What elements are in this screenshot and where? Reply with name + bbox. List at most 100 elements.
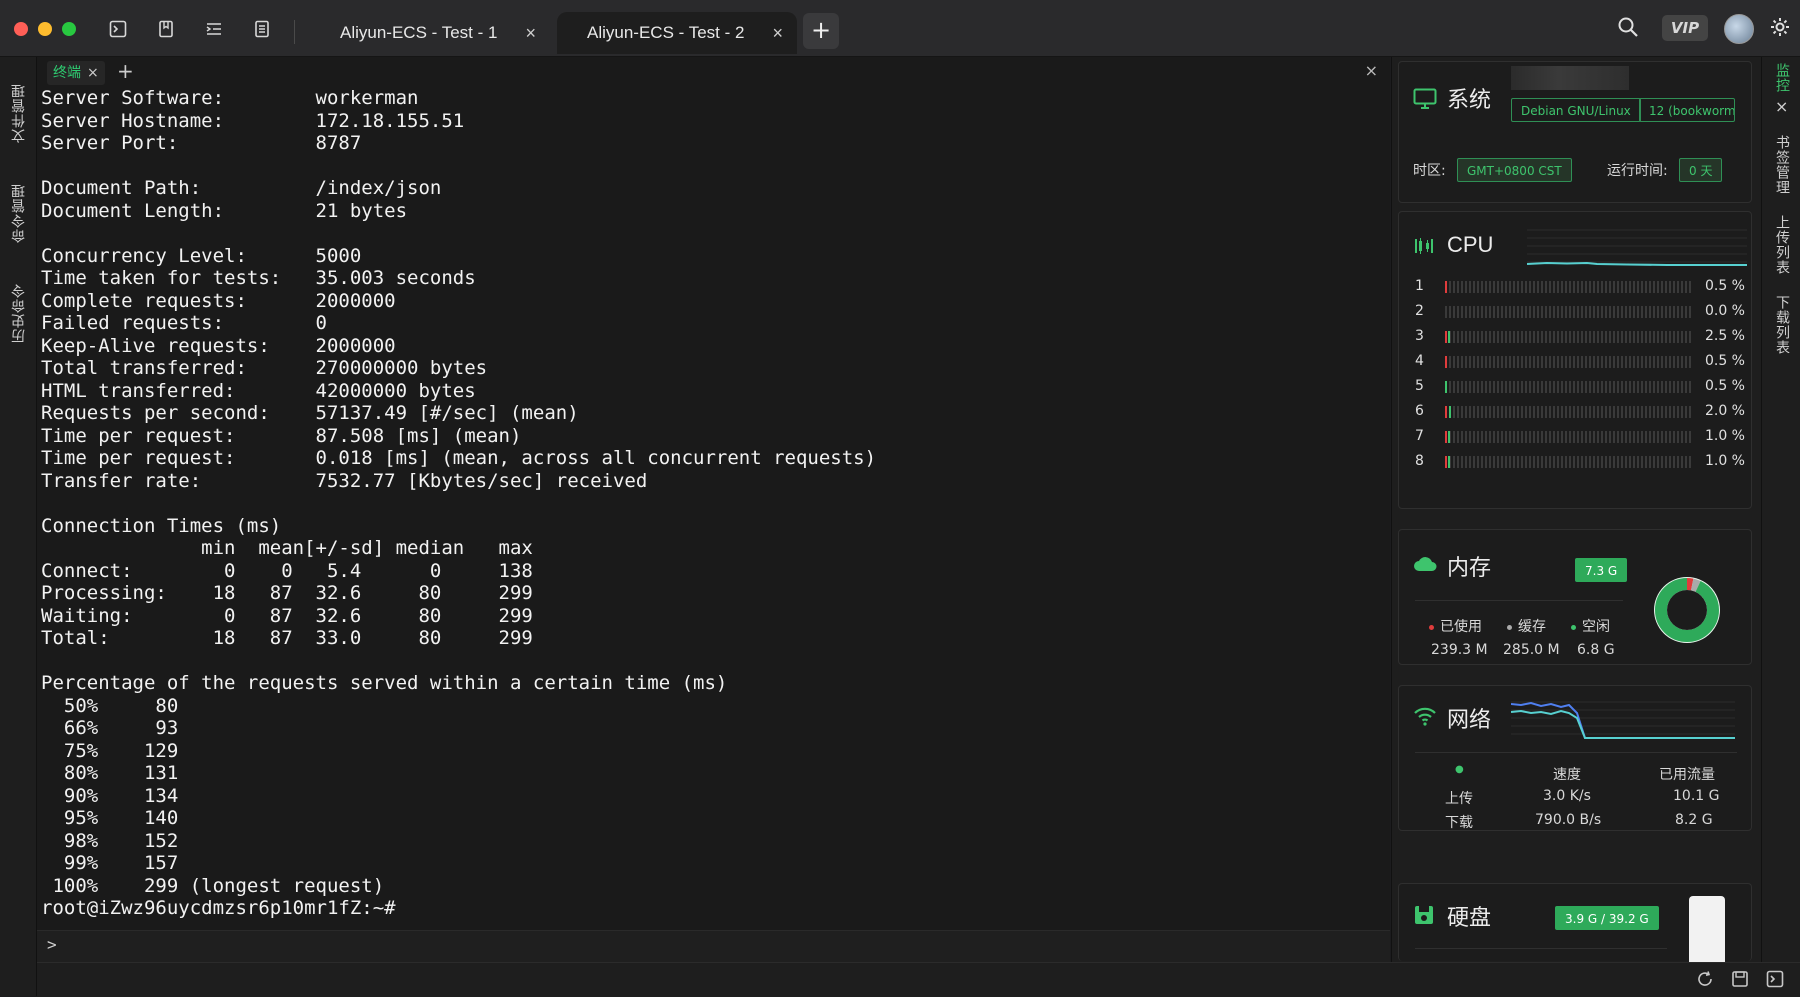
uptime-label: 运行时间: [1607, 163, 1668, 179]
sidebar-item-downloads[interactable]: 下载列表 [1772, 295, 1792, 355]
notes-icon[interactable] [252, 20, 272, 40]
disk-divider [1415, 948, 1667, 949]
avatar[interactable] [1724, 14, 1754, 44]
cpu-core-fill-green [1448, 431, 1451, 443]
command-input-bar[interactable]: > [37, 930, 1390, 963]
monitor-icon [1413, 88, 1437, 115]
memory-total-tag: 7.3 G [1575, 558, 1628, 582]
cpu-core-id: 1 [1415, 278, 1424, 294]
cpu-core-bar [1445, 306, 1691, 318]
traffic-header: 已用流量 [1659, 767, 1715, 783]
memory-donut-chart [1654, 577, 1720, 643]
cpu-core-bar [1445, 331, 1691, 343]
network-status-dot: ● [1455, 764, 1464, 775]
network-sparkline [1511, 701, 1735, 739]
title-bar: Aliyun-ECS - Test - 1 × Aliyun-ECS - Tes… [0, 0, 1800, 57]
sidebar-item-bookmarks[interactable]: 书签管理 [1772, 135, 1792, 195]
network-divider [1415, 752, 1737, 753]
cpu-core-row: 4 0.5 % [1415, 353, 1745, 371]
upload-speed: 3.0 K/s [1543, 788, 1591, 804]
tab-label: Aliyun-ECS - Test - 2 [587, 23, 745, 42]
new-tab-button[interactable]: + [803, 13, 839, 49]
free-dot [1571, 624, 1576, 630]
cpu-core-row: 6 2.0 % [1415, 403, 1745, 421]
sidebar-item-history[interactable]: 历史命令 [9, 283, 29, 343]
tab-session-1[interactable]: Aliyun-ECS - Test - 1 × [310, 12, 550, 54]
sidebar-item-file-manager[interactable]: 文件管理 [9, 83, 29, 143]
cpu-core-row: 5 0.5 % [1415, 378, 1745, 396]
monitor-panel: 系统 Debian GNU/Linux 12 (bookworm) 时区: GM… [1391, 57, 1761, 962]
cache-dot [1507, 624, 1512, 630]
tab-terminal[interactable]: 终端 × [47, 61, 105, 85]
cpu-core-percent: 1.0 % [1704, 428, 1745, 444]
cpu-core-id: 8 [1415, 453, 1424, 469]
memory-free-legend: 空闲 [1571, 616, 1610, 636]
cpu-core-id: 2 [1415, 303, 1424, 319]
cpu-core-id: 5 [1415, 378, 1424, 394]
bookmark-icon[interactable] [156, 20, 176, 40]
vip-badge[interactable]: VIP [1662, 15, 1708, 41]
close-icon[interactable]: × [87, 65, 99, 81]
cpu-icon [1413, 236, 1435, 261]
right-sidebar: 监控 × 书签管理 上传列表 下载列表 [1761, 57, 1800, 962]
system-title: 系统 [1447, 88, 1492, 113]
free-label: 空闲 [1582, 619, 1610, 635]
memory-divider [1415, 600, 1623, 601]
command-prompt: > [47, 935, 57, 954]
cpu-core-id: 3 [1415, 328, 1424, 344]
terminal-icon[interactable] [1765, 970, 1785, 990]
cpu-core-fill-green [1448, 331, 1451, 343]
close-icon[interactable]: × [1775, 97, 1788, 116]
cpu-card: CPU 1 0.5 % 2 0.0 % 3 2.5 % 4 0.5 % 5 0.5 % 6 2.0 %… [1398, 211, 1752, 509]
tab-label: Aliyun-ECS - Test - 1 [340, 23, 498, 42]
gear-icon[interactable] [1768, 16, 1792, 40]
terminal-output[interactable]: Server Software: workerman Server Hostna… [37, 87, 1390, 930]
tab-session-2[interactable]: Aliyun-ECS - Test - 2 × [557, 12, 797, 54]
close-terminal-panel-button[interactable]: × [1365, 61, 1378, 80]
refresh-icon[interactable] [1695, 970, 1715, 990]
maximize-window-button[interactable] [62, 22, 76, 36]
save-icon[interactable] [1730, 970, 1750, 990]
upload-traffic: 10.1 G [1673, 788, 1720, 804]
search-icon[interactable] [1616, 16, 1640, 40]
cpu-core-percent: 0.5 % [1704, 378, 1745, 394]
close-icon[interactable]: × [525, 12, 536, 54]
sidebar-item-uploads[interactable]: 上传列表 [1772, 215, 1792, 275]
status-bar [37, 962, 1800, 997]
network-card: 网络 ● 速度 已用流量 上传 3.0 K/s 10.1 G 下载 790.0 … [1398, 685, 1752, 831]
cpu-core-fill-green [1449, 406, 1452, 418]
disk-usage-bar [1689, 896, 1725, 962]
cpu-core-percent: 1.0 % [1704, 453, 1745, 469]
cpu-core-fill-green [1448, 456, 1451, 468]
close-window-button[interactable] [14, 22, 28, 36]
cloud-icon [1413, 554, 1437, 578]
memory-used-legend: 已使用 [1429, 616, 1482, 636]
donut-hole [1667, 590, 1707, 630]
cpu-core-percent: 0.0 % [1704, 303, 1745, 319]
cpu-core-bar [1445, 281, 1691, 293]
cpu-core-id: 6 [1415, 403, 1424, 419]
terminal-text: Server Software: workerman Server Hostna… [41, 87, 877, 919]
memory-title: 内存 [1447, 556, 1492, 581]
cpu-core-row: 3 2.5 % [1415, 328, 1745, 346]
cpu-core-fill-red [1445, 356, 1448, 368]
disk-usage-tag: 3.9 G / 39.2 G [1555, 906, 1659, 930]
cpu-core-id: 4 [1415, 353, 1424, 369]
timezone-tag: GMT+0800 CST [1457, 158, 1572, 182]
minimize-window-button[interactable] [38, 22, 52, 36]
sidebar-item-command-manager[interactable]: 命令管理 [9, 183, 29, 243]
sidebar-item-monitor[interactable]: 监控 [1772, 63, 1792, 93]
uptime-tag: 0 天 [1679, 158, 1723, 182]
cpu-core-bar [1445, 406, 1691, 418]
terminal-tab-label: 终端 [53, 65, 81, 81]
terminal-icon[interactable] [108, 20, 128, 40]
speed-header: 速度 [1553, 767, 1581, 783]
split-icon[interactable] [204, 20, 224, 40]
cpu-core-row: 7 1.0 % [1415, 428, 1745, 446]
cpu-core-bar [1445, 431, 1691, 443]
terminal-tab-strip: 终端 × + × [37, 57, 1390, 87]
os-version-tag: 12 (bookworm) [1639, 98, 1735, 122]
close-icon[interactable]: × [772, 12, 783, 54]
cpu-core-row: 2 0.0 % [1415, 303, 1745, 321]
add-terminal-button[interactable]: + [117, 59, 134, 83]
